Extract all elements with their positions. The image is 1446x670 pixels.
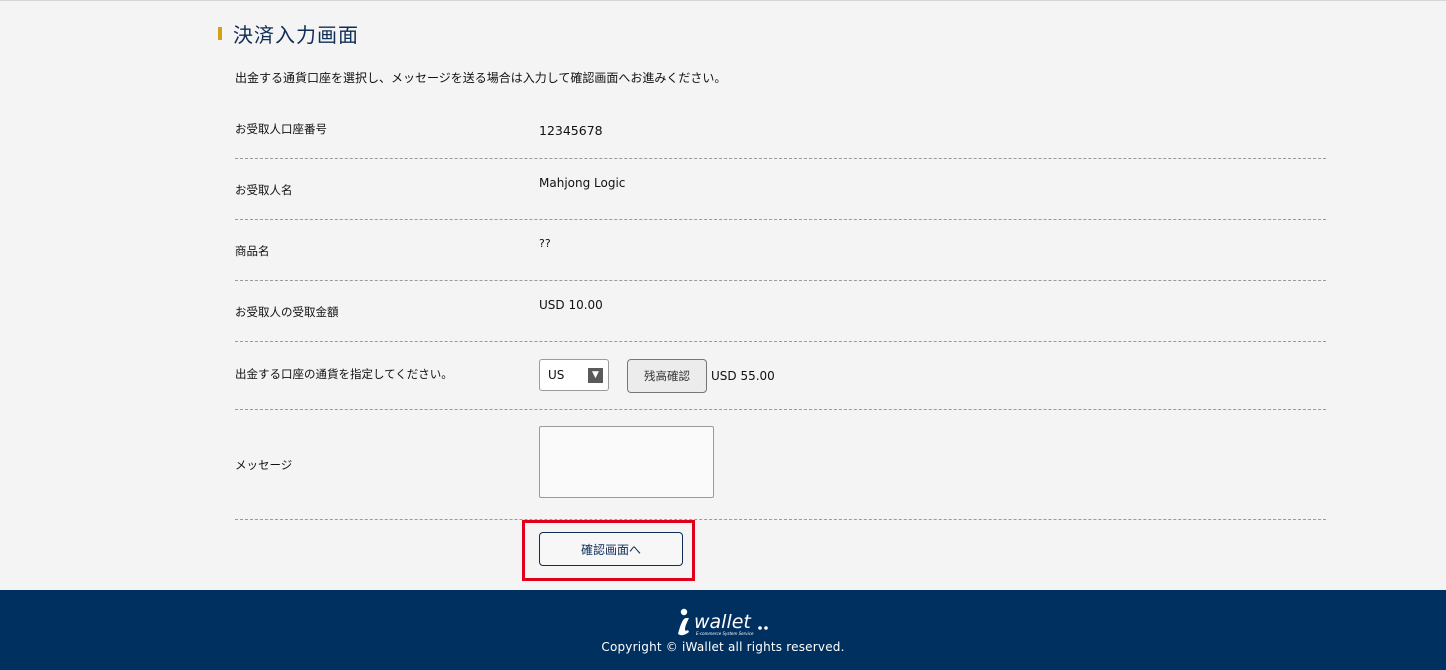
currency-select-value: US — [548, 368, 565, 382]
message-label: メッセージ — [235, 458, 293, 472]
page-title-text: 決済入力画面 — [233, 22, 359, 47]
check-balance-button[interactable]: 残高確認 — [627, 359, 707, 393]
row-currency: 出金する口座の通貨を指定してください。 US ▼ 残高確認 USD 55.00 — [235, 342, 1326, 410]
row-recipient-name: お受取人名 Mahjong Logic — [235, 159, 1326, 220]
recipient-account-value: 12345678 — [539, 123, 603, 138]
copyright-text: Copyright © iWallet all rights reserved. — [601, 640, 845, 654]
product-name-value: ?? — [539, 237, 551, 250]
confirm-screen-button[interactable]: 確認画面へ — [539, 532, 683, 566]
title-accent-bar — [218, 26, 222, 40]
recipient-name-label: お受取人名 — [235, 183, 293, 197]
recipient-account-label: お受取人口座番号 — [235, 122, 327, 136]
chevron-down-icon: ▼ — [588, 368, 603, 383]
logo-subtext: E-commerce System Service — [696, 631, 754, 636]
top-divider — [0, 0, 1446, 1]
row-recipient-amount: お受取人の受取金額 USD 10.00 — [235, 281, 1326, 342]
balance-text: USD 55.00 — [711, 369, 775, 383]
footer: wallet E-commerce System Service Copyrig… — [0, 590, 1446, 670]
row-message: メッセージ — [235, 410, 1326, 520]
logo-text: wallet — [694, 611, 752, 633]
message-textarea[interactable] — [539, 426, 714, 498]
iwallet-logo: wallet E-commerce System Service — [678, 608, 768, 636]
instruction-text: 出金する通貨口座を選択し、メッセージを送る場合は入力して確認画面へお進みください… — [235, 71, 727, 85]
recipient-name-value: Mahjong Logic — [539, 176, 626, 190]
currency-label: 出金する口座の通貨を指定してください。 — [235, 367, 453, 381]
recipient-amount-value: USD 10.00 — [539, 298, 603, 312]
row-recipient-account: お受取人口座番号 12345678 — [235, 100, 1326, 159]
row-product-name: 商品名 ?? — [235, 220, 1326, 281]
product-name-label: 商品名 — [235, 244, 270, 258]
recipient-amount-label: お受取人の受取金額 — [235, 305, 339, 319]
page-title: 決済入力画面 — [218, 20, 359, 47]
currency-select[interactable]: US ▼ — [539, 359, 609, 391]
